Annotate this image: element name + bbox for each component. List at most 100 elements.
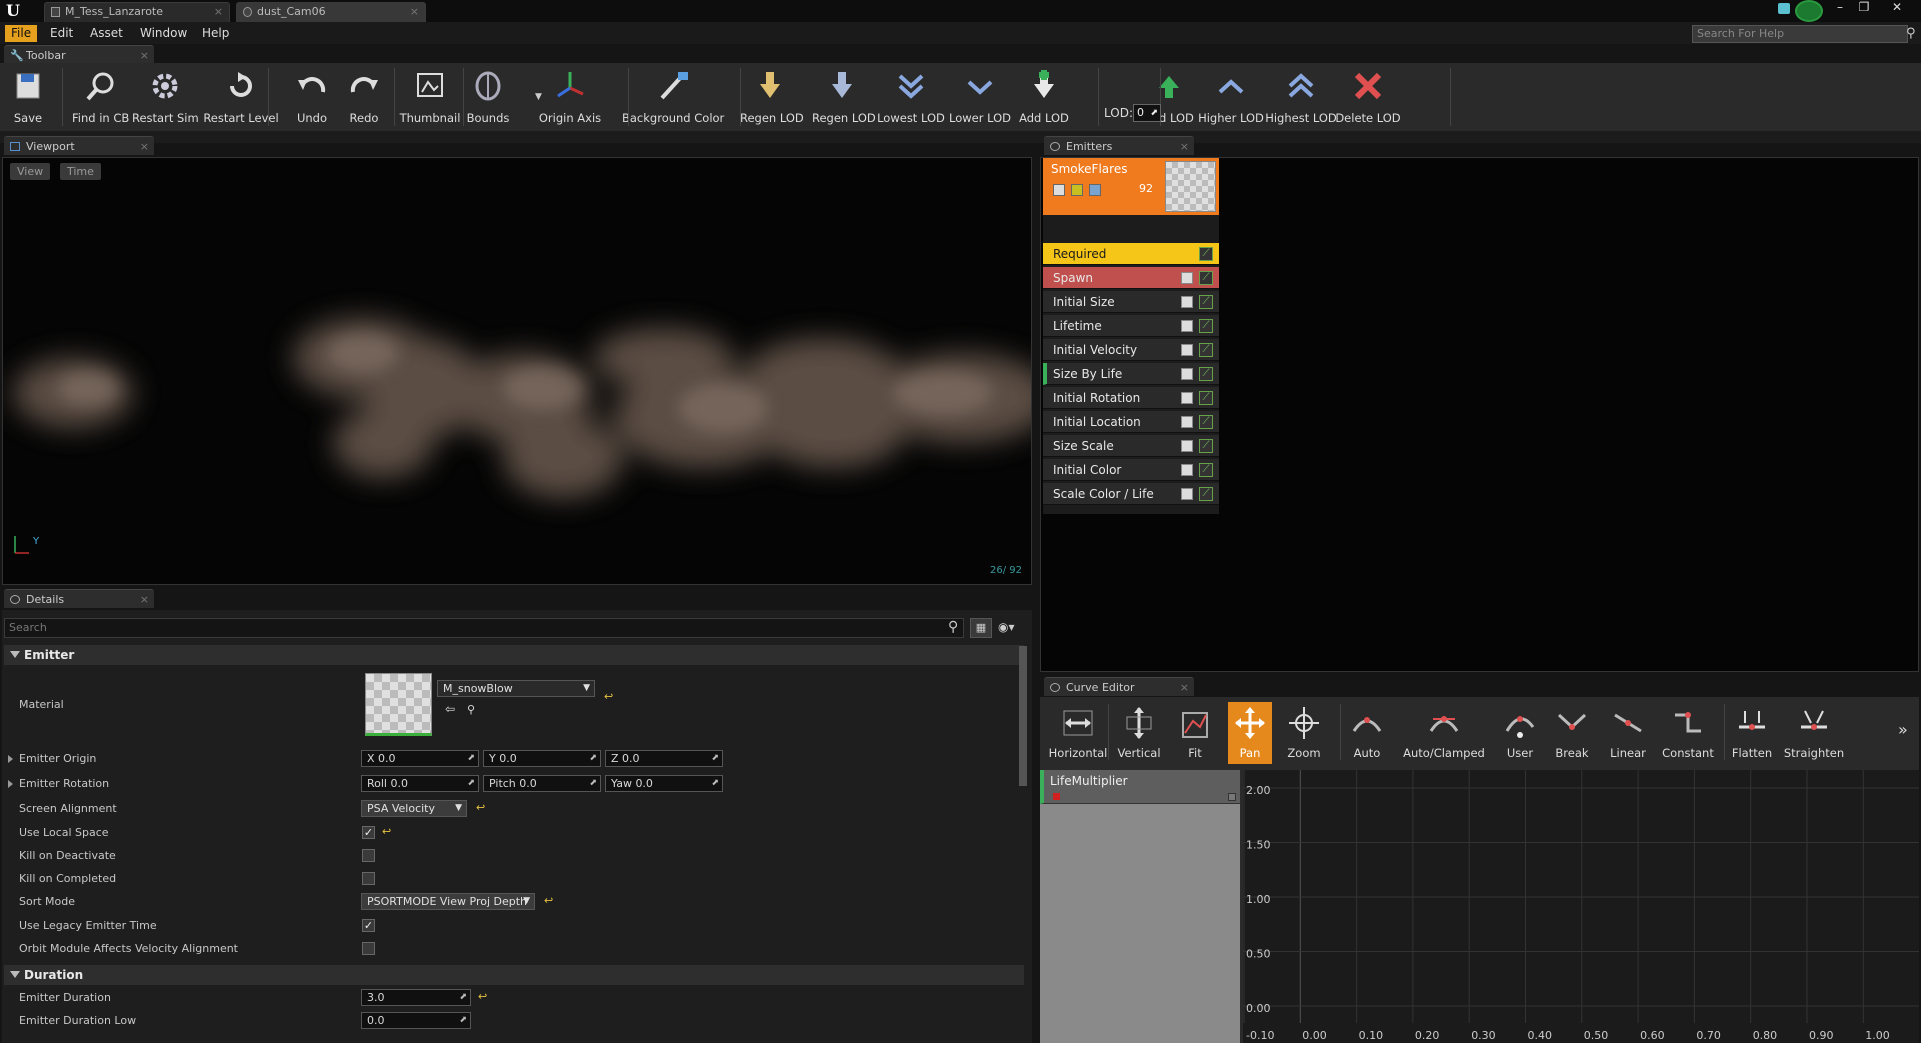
reset-icon[interactable]: ↩ — [604, 690, 613, 703]
module-lifetime[interactable]: Lifetime ⟋ — [1043, 315, 1219, 337]
module-curve-icon[interactable]: ⟋ — [1199, 343, 1213, 357]
search-icon[interactable]: ⚲ — [1906, 26, 1916, 41]
close-window-icon[interactable]: ✕ — [1885, 0, 1909, 16]
viewport-canvas[interactable]: Y — [2, 157, 1032, 585]
material-thumbnail[interactable] — [365, 673, 432, 736]
reset-icon[interactable]: ↩ — [476, 801, 485, 814]
curve-horizontal-button[interactable]: Horizontal — [1046, 702, 1110, 764]
lower-lod-button[interactable]: Lower LOD — [948, 66, 1012, 128]
curve-hide-toggle[interactable] — [1228, 793, 1236, 801]
module-required[interactable]: Required ⟋ — [1043, 243, 1219, 265]
module-curve-icon[interactable]: ⟋ — [1199, 487, 1213, 501]
rotation-yaw-field[interactable]: Yaw 0.0 ⬈ — [605, 775, 723, 792]
category-duration[interactable]: Duration — [4, 965, 1024, 985]
module-initial-velocity[interactable]: Initial Velocity ⟋ — [1043, 339, 1219, 361]
details-panel-tab[interactable]: Details × — [4, 589, 154, 608]
redo-button[interactable]: Redo — [344, 66, 384, 128]
thumbnail-button[interactable]: Thumbnail — [399, 66, 461, 128]
toolbar-panel-tab[interactable]: 🔧 Toolbar × — [4, 45, 154, 64]
browse-icon[interactable]: ⚲ — [467, 703, 475, 716]
curve-fit-button[interactable]: Fit — [1168, 702, 1222, 764]
background-color-button[interactable]: Background Color — [622, 66, 724, 128]
module-enable-checkbox[interactable] — [1181, 392, 1193, 404]
use-selected-icon[interactable]: ⇦ — [445, 702, 455, 716]
save-button[interactable]: Save — [6, 66, 50, 128]
curve-user-button[interactable]: User — [1496, 702, 1544, 764]
module-initial-location[interactable]: Initial Location ⟋ — [1043, 411, 1219, 433]
menu-file[interactable]: File — [5, 25, 38, 42]
add-lod-button[interactable]: Add LOD — [1016, 66, 1072, 128]
curve-pan-button[interactable]: Pan — [1228, 702, 1272, 764]
help-search-input[interactable]: Search For Help — [1692, 25, 1908, 43]
time-button[interactable]: Time — [60, 163, 101, 180]
tab-m-tess-lanzarote[interactable]: M_Tess_Lanzarote × — [44, 2, 230, 22]
module-enable-checkbox[interactable] — [1181, 320, 1193, 332]
close-icon[interactable]: × — [140, 137, 149, 156]
regen-lod-button[interactable]: Regen LOD — [740, 66, 804, 128]
curve-graph[interactable]: -0.10 0.00 0.10 0.20 0.30 0.40 0.50 0.60 0.70 0.8… — [1243, 770, 1919, 1043]
kill-on-completed-checkbox[interactable] — [362, 872, 375, 885]
origin-z-field[interactable]: Z 0.0 ⬈ — [605, 750, 723, 767]
legacy-emitter-time-checkbox[interactable]: ✓ — [362, 919, 375, 932]
module-size-scale[interactable]: Size Scale ⟋ — [1043, 435, 1219, 457]
expand-icon[interactable] — [8, 780, 13, 788]
module-curve-icon[interactable]: ⟋ — [1199, 319, 1213, 333]
module-curve-icon[interactable]: ⟋ — [1199, 295, 1213, 309]
emitters-panel-tab[interactable]: Emitters × — [1044, 136, 1194, 155]
module-initial-size[interactable]: Initial Size ⟋ — [1043, 291, 1219, 313]
origin-y-field[interactable]: Y 0.0 ⬈ — [483, 750, 601, 767]
close-icon[interactable]: × — [1180, 678, 1189, 697]
curve-break-button[interactable]: Break — [1544, 702, 1600, 764]
curve-constant-button[interactable]: Constant — [1656, 702, 1720, 764]
module-enable-checkbox[interactable] — [1181, 272, 1193, 284]
kill-on-deactivate-checkbox[interactable] — [362, 849, 375, 862]
reset-icon[interactable]: ↩ — [544, 894, 553, 907]
use-local-space-checkbox[interactable]: ✓ — [362, 826, 375, 839]
emitter-duration-low-field[interactable]: 0.0 ⬈ — [361, 1012, 471, 1029]
emitter-header-smokeflares[interactable]: SmokeFlares 92 — [1043, 158, 1219, 215]
module-curve-icon[interactable]: ⟋ — [1199, 463, 1213, 477]
undo-button[interactable]: Undo — [292, 66, 332, 128]
curve-auto-button[interactable]: Auto — [1342, 702, 1392, 764]
regen-lod-2-button[interactable]: Regen LOD — [812, 66, 876, 128]
menu-asset[interactable]: Asset — [84, 25, 129, 42]
module-curve-icon[interactable]: ⟋ — [1199, 415, 1213, 429]
screen-alignment-combo[interactable]: PSA Velocity ▼ — [361, 800, 467, 817]
curve-zoom-button[interactable]: Zoom — [1270, 702, 1338, 764]
module-enable-checkbox[interactable] — [1181, 368, 1193, 380]
module-curve-icon[interactable]: ⟋ — [1199, 367, 1213, 381]
close-icon[interactable]: × — [410, 3, 419, 21]
minimize-icon[interactable]: – — [1828, 0, 1852, 16]
close-icon[interactable]: × — [140, 590, 149, 609]
viewport-panel-tab[interactable]: Viewport × — [4, 136, 154, 155]
sort-mode-combo[interactable]: PSORTMODE View Proj Depth ▼ — [361, 893, 535, 910]
emitter-render-mode-icon[interactable] — [1089, 184, 1101, 196]
eye-icon[interactable]: ◉▾ — [998, 620, 1015, 634]
source-control-icon[interactable] — [1778, 3, 1790, 14]
origin-x-field[interactable]: X 0.0 ⬈ — [361, 750, 479, 767]
module-enable-checkbox[interactable] — [1181, 416, 1193, 428]
module-curve-icon[interactable]: ⟋ — [1199, 271, 1213, 285]
curve-auto-clamped-button[interactable]: Auto/Clamped — [1396, 702, 1492, 764]
restore-icon[interactable]: ❐ — [1852, 0, 1876, 16]
rotation-roll-field[interactable]: Roll 0.0 ⬈ — [361, 775, 479, 792]
menu-help[interactable]: Help — [196, 25, 235, 42]
find-in-cb-button[interactable]: Find in CB — [72, 66, 129, 128]
module-curve-icon[interactable]: ⟋ — [1199, 391, 1213, 405]
property-matrix-icon[interactable]: ▦ — [970, 618, 992, 638]
higher-lod-button[interactable]: Higher LOD — [1198, 66, 1264, 128]
module-enable-checkbox[interactable] — [1181, 344, 1193, 356]
origin-axis-button[interactable]: Origin Axis — [538, 66, 602, 128]
user-avatar-icon[interactable] — [1795, 0, 1823, 22]
expand-icon[interactable] — [8, 755, 13, 763]
orbit-module-checkbox[interactable] — [362, 942, 375, 955]
more-chevron-icon[interactable]: » — [1898, 720, 1908, 739]
reset-icon[interactable]: ↩ — [382, 825, 391, 838]
reset-icon[interactable]: ↩ — [478, 990, 487, 1003]
module-curve-icon[interactable]: ⟋ — [1199, 247, 1213, 261]
module-enable-checkbox[interactable] — [1181, 296, 1193, 308]
emitter-solo-icon[interactable] — [1071, 184, 1083, 196]
close-icon[interactable]: × — [1180, 137, 1189, 156]
lowest-lod-button[interactable]: Lowest LOD — [876, 66, 946, 128]
curve-linear-button[interactable]: Linear — [1600, 702, 1656, 764]
